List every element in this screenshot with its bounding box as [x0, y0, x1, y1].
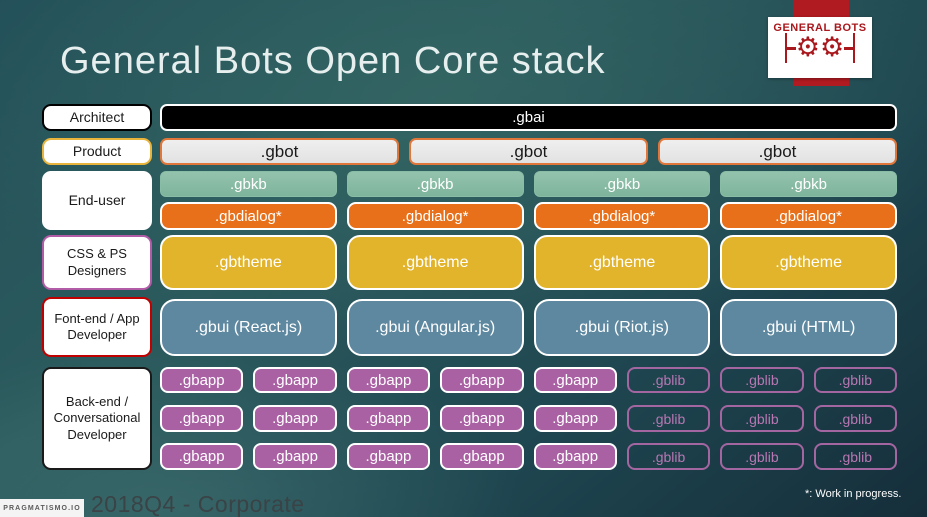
gbot-box: .gbot	[160, 138, 399, 165]
slide-footer-label: 2018Q4 - Corporate	[91, 491, 305, 517]
work-in-progress-note: *: Work in progress.	[805, 488, 902, 500]
gbapp-box: .gbapp	[440, 367, 524, 393]
gblib-box: .gblib	[720, 443, 804, 470]
layer-gbtheme-row: .gbtheme .gbtheme .gbtheme .gbtheme	[160, 235, 897, 290]
role-label-frontend-app-developer: Font-end / App Developer	[42, 297, 152, 357]
role-label-css-ps-designers: CSS & PS Designers	[42, 235, 152, 290]
pragmatismo-brand-label: PRAGMATISMO.IO	[3, 504, 81, 512]
gbapp-box: .gbapp	[253, 367, 337, 393]
gbot-box: .gbot	[409, 138, 648, 165]
role-label-backend-conversational-developer: Back-end / Conversational Developer	[42, 367, 152, 470]
gbapp-box: .gbapp	[253, 405, 337, 432]
gbui-html-box: .gbui (HTML)	[720, 299, 897, 356]
gblib-box: .gblib	[626, 367, 711, 393]
gear-axle	[786, 46, 796, 50]
gbapp-box: .gbapp	[346, 367, 431, 393]
gbdialog-box: .gbdialog*	[160, 202, 337, 230]
slide: General Bots Open Core stack GENERAL BOT…	[0, 0, 927, 517]
gbdialog-box: .gbdialog*	[720, 202, 897, 230]
gbtheme-box: .gbtheme	[720, 235, 897, 290]
gbapp-box: .gbapp	[160, 405, 244, 432]
role-label-product: Product	[42, 138, 152, 165]
backend-row: .gbapp .gbapp .gbapp .gbapp .gbapp .gbli…	[160, 367, 897, 393]
gbot-box: .gbot	[658, 138, 897, 165]
gblib-box: .gblib	[720, 367, 804, 393]
gbtheme-box: .gbtheme	[346, 235, 524, 290]
pragmatismo-brand-box: PRAGMATISMO.IO	[0, 499, 84, 517]
gbapp-box: .gbapp	[533, 405, 617, 432]
gbtheme-box: .gbtheme	[160, 235, 337, 290]
gbtheme-box: .gbtheme	[533, 235, 711, 290]
role-label-architect: Architect	[42, 104, 152, 131]
gblib-box: .gblib	[626, 405, 711, 432]
gblib-box: .gblib	[720, 405, 804, 432]
layer-gbot-row: .gbot .gbot .gbot	[160, 138, 897, 165]
gbdialog-box: .gbdialog*	[533, 202, 711, 230]
page-title: General Bots Open Core stack	[60, 40, 606, 82]
gears-icon: ⚙ ⚙	[784, 32, 856, 63]
layer-gbai-row: .gbai	[160, 104, 897, 131]
gbapp-box: .gbapp	[160, 367, 244, 393]
gbapp-box: .gbapp	[253, 443, 337, 470]
gbdialog-box: .gbdialog*	[346, 202, 524, 230]
gear-icon: ⚙	[795, 32, 820, 63]
gblib-box: .gblib	[813, 443, 897, 470]
gbkb-box: .gbkb	[533, 171, 711, 197]
gbapp-box: .gbapp	[346, 443, 431, 470]
gear-icon: ⚙	[820, 32, 845, 63]
gblib-box: .gblib	[813, 367, 897, 393]
gbapp-box: .gbapp	[346, 405, 431, 432]
backend-row: .gbapp .gbapp .gbapp .gbapp .gbapp .gbli…	[160, 443, 897, 470]
gbkb-box: .gbkb	[160, 171, 337, 197]
gbapp-box: .gbapp	[440, 443, 524, 470]
gbai-box: .gbai	[160, 104, 897, 131]
gbui-riot-box: .gbui (Riot.js)	[533, 299, 711, 356]
gbui-react-box: .gbui (React.js)	[160, 299, 337, 356]
gbapp-box: .gbapp	[440, 405, 524, 432]
gblib-box: .gblib	[626, 443, 711, 470]
gear-axle	[844, 46, 854, 50]
general-bots-logo: GENERAL BOTS ⚙ ⚙	[768, 17, 872, 78]
gbkb-box: .gbkb	[720, 171, 897, 197]
gblib-box: .gblib	[813, 405, 897, 432]
layer-gbkb-row: .gbkb .gbkb .gbkb .gbkb	[160, 171, 897, 197]
gbui-angular-box: .gbui (Angular.js)	[346, 299, 524, 356]
gbapp-box: .gbapp	[160, 443, 244, 470]
layer-gbdialog-row: .gbdialog* .gbdialog* .gbdialog* .gbdial…	[160, 202, 897, 230]
role-label-end-user: End-user	[42, 171, 152, 230]
gbapp-box: .gbapp	[533, 367, 617, 393]
gbapp-box: .gbapp	[533, 443, 617, 470]
gbkb-box: .gbkb	[346, 171, 524, 197]
layer-gbui-row: .gbui (React.js) .gbui (Angular.js) .gbu…	[160, 299, 897, 356]
gear-end-bar	[853, 33, 856, 63]
backend-row: .gbapp .gbapp .gbapp .gbapp .gbapp .gbli…	[160, 405, 897, 432]
